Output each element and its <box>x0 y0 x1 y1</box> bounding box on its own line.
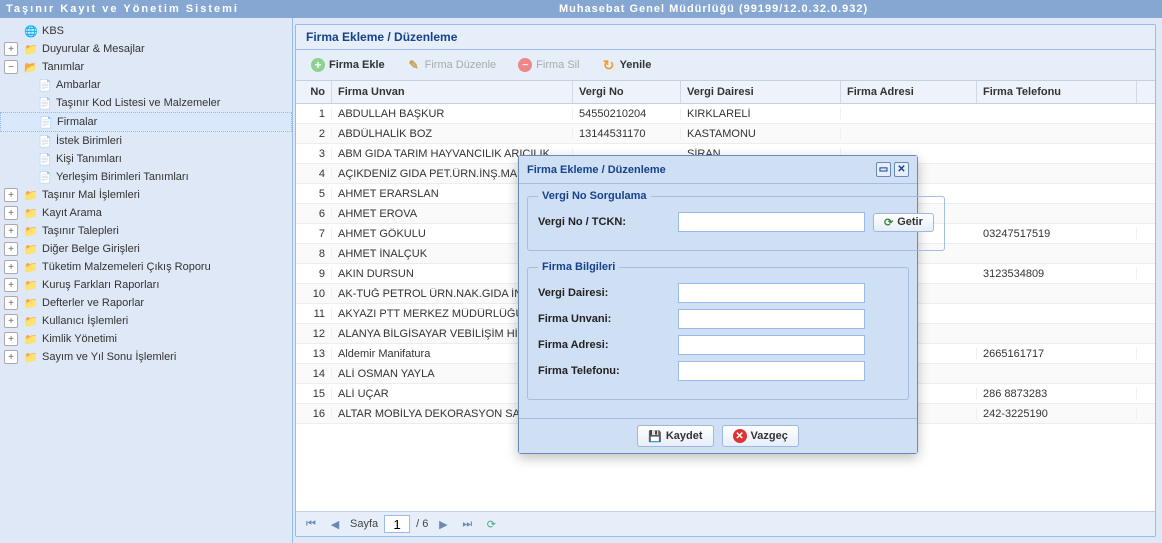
tree-digerbelge[interactable]: +📁Diğer Belge Girişleri <box>0 240 292 258</box>
table-row[interactable]: 1ABDULLAH BAŞKUR54550210204KIRKLARELİ <box>296 104 1155 124</box>
tree-ambarlar[interactable]: 📄Ambarlar <box>0 76 292 94</box>
tree-tuketim[interactable]: +📁Tüketim Malzemeleri Çıkış Roporu <box>0 258 292 276</box>
refresh-icon: ⟳ <box>884 216 893 229</box>
folder-icon: 📁 <box>23 224 39 238</box>
toolbar: +Firma Ekle ✎Firma Düzenle −Firma Sil ↻Y… <box>296 50 1155 81</box>
pager-prev[interactable]: ◀ <box>326 515 344 533</box>
col-unvan[interactable]: Firma Unvan <box>332 81 573 103</box>
add-firma-button[interactable]: +Firma Ekle <box>302 54 394 76</box>
tree-kisi[interactable]: 📄Kişi Tanımları <box>0 150 292 168</box>
tree-tanimlar[interactable]: −📂Tanımlar <box>0 58 292 76</box>
page-icon: 📄 <box>37 78 53 92</box>
pager: ⏮ ◀ Sayfa / 6 ▶ ⏭ ⟳ <box>296 511 1155 536</box>
pager-last[interactable]: ⏭ <box>458 515 476 533</box>
save-button[interactable]: 💾Kaydet <box>637 425 713 447</box>
tree-yerlesim[interactable]: 📄Yerleşim Birimleri Tanımları <box>0 168 292 186</box>
folder-open-icon: 📂 <box>23 60 39 74</box>
refresh-button[interactable]: ↻Yenile <box>593 54 661 76</box>
folder-icon: 📁 <box>23 332 39 346</box>
col-tel[interactable]: Firma Telefonu <box>977 81 1137 103</box>
folder-icon: 📁 <box>23 242 39 256</box>
tree-sayim[interactable]: +📁Sayım ve Yıl Sonu İşlemleri <box>0 348 292 366</box>
col-no[interactable]: No <box>296 81 332 103</box>
vergino-input[interactable] <box>678 212 865 232</box>
folder-icon: 📁 <box>23 350 39 364</box>
folder-icon: 📁 <box>23 296 39 310</box>
tree-defterler[interactable]: +📁Defterler ve Raporlar <box>0 294 292 312</box>
minus-icon: − <box>518 58 532 72</box>
vergino-sorgu-group: Vergi No Sorgulama Vergi No / TCKN: ⟳Get… <box>527 190 945 251</box>
col-adres[interactable]: Firma Adresi <box>841 81 977 103</box>
pager-refresh[interactable]: ⟳ <box>482 515 500 533</box>
tree-kurus[interactable]: +📁Kuruş Farkları Raporları <box>0 276 292 294</box>
page-icon: 📄 <box>37 170 53 184</box>
cancel-button[interactable]: ✕Vazgeç <box>722 425 799 447</box>
page-icon: 📄 <box>37 134 53 148</box>
tree-tasinirmal[interactable]: +📁Taşınır Mal İşlemleri <box>0 186 292 204</box>
edit-firma-button[interactable]: ✎Firma Düzenle <box>398 54 506 76</box>
col-vergino[interactable]: Vergi No <box>573 81 681 103</box>
pager-first[interactable]: ⏮ <box>302 515 320 533</box>
dialog-title: Firma Ekleme / Düzenleme <box>527 164 666 176</box>
page-icon: 📄 <box>37 152 53 166</box>
page-icon: 📄 <box>38 115 54 129</box>
folder-icon: 📁 <box>23 42 39 56</box>
pager-next[interactable]: ▶ <box>434 515 452 533</box>
panel-title: Firma Ekleme / Düzenleme <box>296 25 1155 50</box>
app-header: Taşınır Kayıt ve Yönetim Sistemi Muhaseb… <box>0 0 1162 18</box>
lbl-vergino: Vergi No / TCKN: <box>538 216 678 228</box>
folder-icon: 📁 <box>23 206 39 220</box>
firmaunvan-input[interactable] <box>678 309 865 329</box>
tree-tasinirtalep[interactable]: +📁Taşınır Talepleri <box>0 222 292 240</box>
tree-firmalar[interactable]: 📄Firmalar <box>0 112 292 132</box>
tree-duyurular[interactable]: +📁Duyurular & Mesajlar <box>0 40 292 58</box>
globe-icon: 🌐 <box>23 24 39 38</box>
pager-page-input[interactable] <box>384 515 410 533</box>
grid-header: No Firma Unvan Vergi No Vergi Dairesi Fi… <box>296 81 1155 104</box>
tree-kimlik[interactable]: +📁Kimlik Yönetimi <box>0 330 292 348</box>
col-vergid[interactable]: Vergi Dairesi <box>681 81 841 103</box>
folder-icon: 📁 <box>23 260 39 274</box>
tree-kayitarama[interactable]: +📁Kayıt Arama <box>0 204 292 222</box>
tree-kbs[interactable]: 🌐KBS <box>0 22 292 40</box>
cancel-icon: ✕ <box>733 429 747 443</box>
table-row[interactable]: 2ABDÜLHALİK BOZ13144531170KASTAMONU <box>296 124 1155 144</box>
dialog-close-button[interactable]: ✕ <box>894 162 909 177</box>
vergidairesi-input[interactable] <box>678 283 865 303</box>
firma-edit-dialog: Firma Ekleme / Düzenleme ▭ ✕ Vergi No So… <box>518 155 918 454</box>
folder-icon: 📁 <box>23 278 39 292</box>
dialog-titlebar[interactable]: Firma Ekleme / Düzenleme ▭ ✕ <box>519 156 917 184</box>
tree-tasinirkod[interactable]: 📄Taşınır Kod Listesi ve Malzemeler <box>0 94 292 112</box>
tree-istek[interactable]: 📄İstek Birimleri <box>0 132 292 150</box>
page-icon: 📄 <box>37 96 53 110</box>
tree-kullanici[interactable]: +📁Kullanıcı İşlemleri <box>0 312 292 330</box>
folder-icon: 📁 <box>23 314 39 328</box>
firmaadres-input[interactable] <box>678 335 865 355</box>
pencil-icon: ✎ <box>407 58 421 72</box>
sidebar-tree: 🌐KBS +📁Duyurular & Mesajlar −📂Tanımlar 📄… <box>0 18 293 543</box>
firma-bilgi-group: Firma Bilgileri Vergi Dairesi: Firma Unv… <box>527 261 909 400</box>
firmatelefon-input[interactable] <box>678 361 865 381</box>
delete-firma-button[interactable]: −Firma Sil <box>509 54 588 76</box>
app-subtitle: Muhasebat Genel Müdürlüğü (99199/12.0.32… <box>559 3 868 15</box>
save-icon: 💾 <box>648 430 662 443</box>
refresh-icon: ↻ <box>602 58 616 72</box>
dialog-collapse-button[interactable]: ▭ <box>876 162 891 177</box>
folder-icon: 📁 <box>23 188 39 202</box>
app-title: Taşınır Kayıt ve Yönetim Sistemi <box>6 3 239 15</box>
getir-button[interactable]: ⟳Getir <box>873 213 934 232</box>
plus-icon: + <box>311 58 325 72</box>
